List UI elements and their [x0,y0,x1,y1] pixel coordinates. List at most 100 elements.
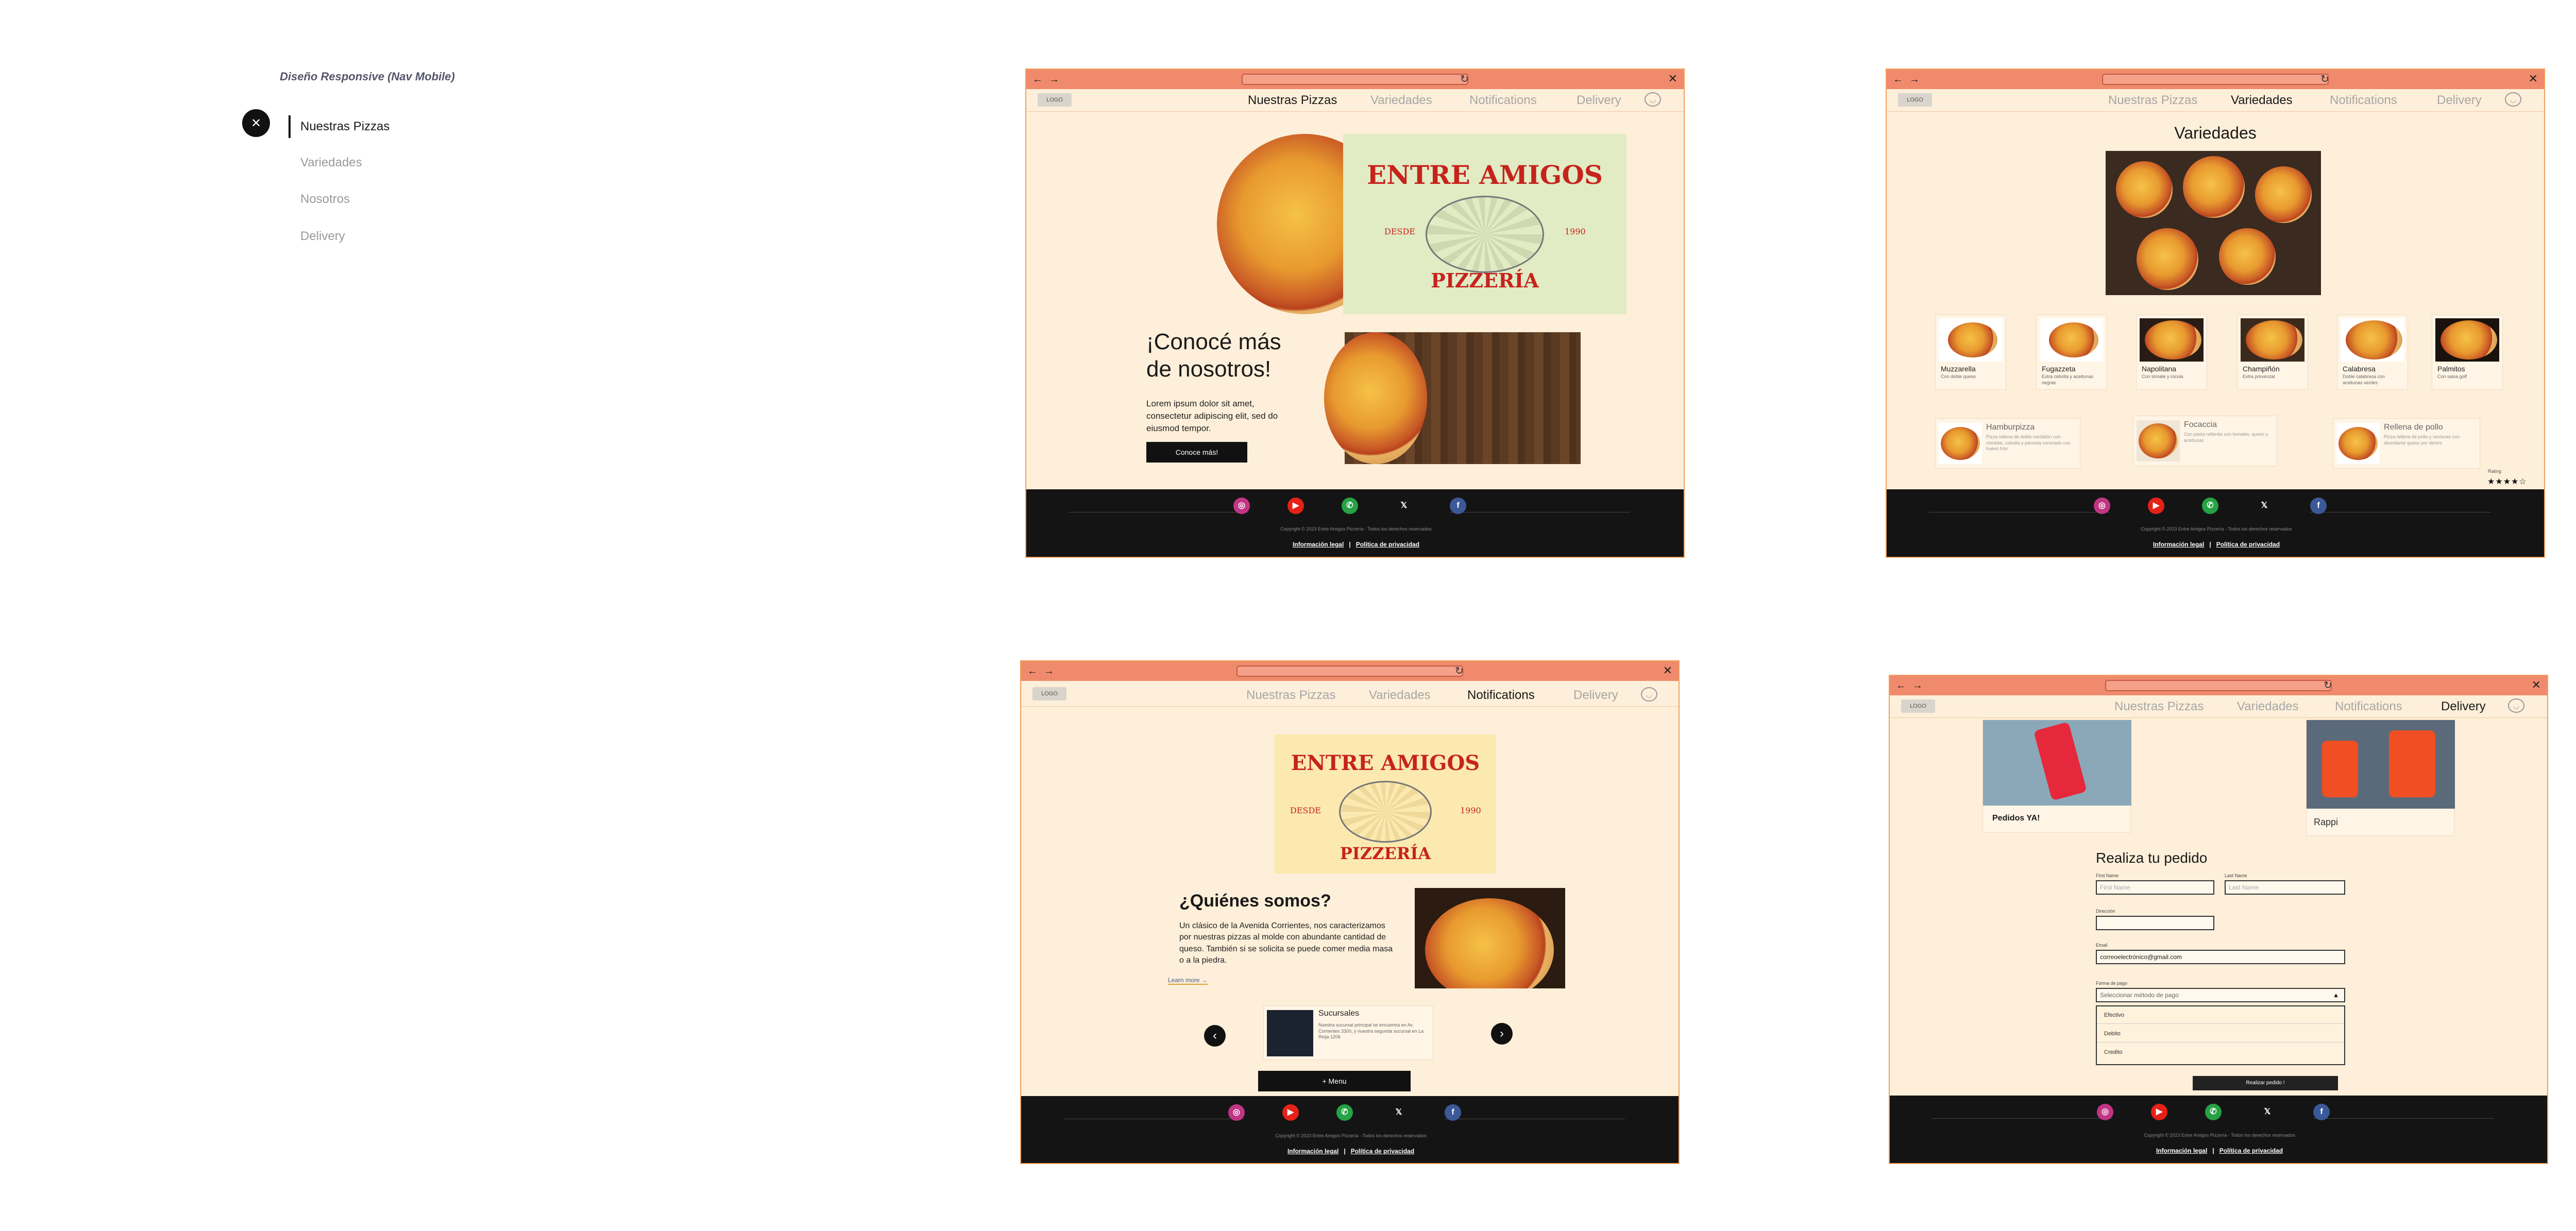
nav-variedades[interactable]: Variedades [2231,93,2293,108]
privacy-link[interactable]: Política de privacidad [1351,1148,1414,1155]
nav-variedades[interactable]: Variedades [2237,699,2299,714]
mobile-nav-item-nosotros[interactable]: Nosotros [300,192,350,207]
last-name-field[interactable]: Last Name [2225,880,2345,895]
close-window-icon[interactable]: ✕ [1668,72,1677,86]
carousel-next-button[interactable]: › [1491,1023,1513,1045]
back-arrow-icon[interactable]: ← [1027,665,1038,677]
close-window-icon[interactable]: ✕ [1663,664,1672,677]
pizza-card[interactable]: Fugazzeta Extra cebolla y aceitunas negr… [2036,315,2107,390]
logo[interactable]: LOGO [1898,93,1932,107]
logo[interactable]: LOGO [1032,687,1066,700]
nav-delivery[interactable]: Delivery [2441,699,2486,714]
facebook-icon[interactable]: f [1445,1104,1461,1121]
logo[interactable]: LOGO [1901,699,1935,713]
url-bar[interactable] [2102,74,2329,85]
carousel-prev-button[interactable]: ‹ [1204,1025,1226,1047]
logo[interactable]: LOGO [1038,93,1072,107]
whatsapp-icon[interactable]: ✆ [1336,1104,1353,1121]
forward-arrow-icon[interactable]: → [1049,74,1059,86]
legal-link[interactable]: Información legal [1287,1148,1338,1155]
url-bar[interactable] [1242,74,1468,85]
instagram-icon[interactable]: ◎ [1228,1104,1245,1121]
whatsapp-icon[interactable]: ✆ [2205,1104,2222,1120]
payment-option-efectivo[interactable]: Efectivo [2097,1006,2344,1024]
x-icon[interactable]: 𝕏 [2256,498,2273,514]
back-arrow-icon[interactable]: ← [1032,74,1043,86]
nav-delivery[interactable]: Delivery [2437,93,2482,108]
user-icon[interactable]: ◡ [2505,92,2521,107]
pizza-card[interactable]: Muzzarella Con doble queso [1935,315,2006,390]
forward-arrow-icon[interactable]: → [1912,680,1923,692]
payment-option-credito[interactable]: Credito [2097,1044,2344,1061]
youtube-icon[interactable]: ▶ [2151,1104,2167,1120]
nav-nuestras-pizzas[interactable]: Nuestras Pizzas [2108,93,2197,108]
instagram-icon[interactable]: ◎ [2094,498,2110,514]
first-name-field[interactable]: First Name [2096,880,2214,895]
close-window-icon[interactable]: ✕ [2529,72,2538,86]
nav-delivery[interactable]: Delivery [1573,688,1618,703]
whatsapp-icon[interactable]: ✆ [2202,498,2218,514]
nav-nuestras-pizzas[interactable]: Nuestras Pizzas [1248,93,1337,108]
reload-icon[interactable]: ↻ [2320,73,2329,86]
legal-link[interactable]: Información legal [2153,541,2204,548]
url-bar[interactable] [1236,665,1463,677]
nav-notifications[interactable]: Notifications [1467,688,1535,703]
pizza-card[interactable]: Calabresa Doble calabresa con aceitunas … [2337,315,2408,390]
user-icon[interactable]: ◡ [1641,687,1657,702]
facebook-icon[interactable]: f [2313,1104,2330,1120]
whatsapp-icon[interactable]: ✆ [1342,498,1358,514]
menu-button[interactable]: + Menu [1258,1071,1411,1091]
instagram-icon[interactable]: ◎ [1233,498,1250,514]
close-icon[interactable]: ✕ [242,109,270,137]
mobile-nav-item-nuestras-pizzas[interactable]: Nuestras Pizzas [300,119,389,134]
facebook-icon[interactable]: f [1450,498,1466,514]
rating-stars[interactable]: ★★★★☆ [2487,476,2527,487]
legal-link[interactable]: Información legal [1293,541,1344,548]
pizza-card[interactable]: Napolitana Con tomate y rúcula [2136,315,2207,390]
user-icon[interactable]: ◡ [2508,698,2524,713]
special-card[interactable]: Focaccia Con pasta rellenita con tomates… [2133,416,2277,466]
reload-icon[interactable]: ↻ [1455,664,1464,677]
nav-delivery[interactable]: Delivery [1577,93,1621,108]
x-icon[interactable]: 𝕏 [1396,498,1412,514]
user-icon[interactable]: ◡ [1645,92,1661,107]
nav-notifications[interactable]: Notifications [1469,93,1537,108]
address-field[interactable] [2096,916,2214,930]
nav-notifications[interactable]: Notifications [2335,699,2402,714]
nav-nuestras-pizzas[interactable]: Nuestras Pizzas [1246,688,1335,703]
close-window-icon[interactable]: ✕ [2532,678,2541,692]
nav-nuestras-pizzas[interactable]: Nuestras Pizzas [2114,699,2204,714]
mobile-nav-item-delivery[interactable]: Delivery [300,229,345,244]
url-bar[interactable] [2105,680,2332,691]
facebook-icon[interactable]: f [2310,498,2327,514]
special-card[interactable]: Hamburpizza Pizza rellena de doble medal… [1935,418,2080,469]
email-field[interactable]: correoelectrónico@gmail.com [2096,950,2345,964]
learn-more-link[interactable]: Learn more → [1168,977,1208,985]
nav-variedades[interactable]: Variedades [1370,93,1432,108]
x-icon[interactable]: 𝕏 [1391,1104,1407,1121]
pedidosya-card[interactable]: Pedidos YA! [1982,720,2131,833]
legal-link[interactable]: Información legal [2156,1147,2207,1154]
reload-icon[interactable]: ↻ [2324,679,2332,692]
youtube-icon[interactable]: ▶ [2148,498,2164,514]
back-arrow-icon[interactable]: ← [1893,74,1903,86]
youtube-icon[interactable]: ▶ [1287,498,1304,514]
privacy-link[interactable]: Política de privacidad [2219,1147,2283,1154]
privacy-link[interactable]: Política de privacidad [1356,541,1419,548]
forward-arrow-icon[interactable]: → [1044,665,1054,677]
nav-variedades[interactable]: Variedades [1369,688,1431,703]
pizza-card[interactable]: Palmitos Con salsa golf [2432,315,2503,390]
branch-card[interactable]: Sucursales Nuestra sucursal principal se… [1263,1005,1433,1060]
back-arrow-icon[interactable]: ← [1896,680,1906,692]
reload-icon[interactable]: ↻ [1460,73,1469,86]
x-icon[interactable]: 𝕏 [2259,1104,2276,1120]
payment-select[interactable]: Seleccionar método de pago ▲ [2096,988,2345,1002]
rappi-card[interactable]: Rappi [2306,720,2455,836]
conoce-mas-button[interactable]: Conoce más! [1146,442,1247,463]
forward-arrow-icon[interactable]: → [1909,74,1920,86]
special-card[interactable]: Rellena de pollo Pizza rellena de pollo … [2333,418,2480,469]
pizza-card[interactable]: Champiñón Extra provenzal [2237,315,2308,390]
instagram-icon[interactable]: ◎ [2097,1104,2113,1120]
privacy-link[interactable]: Política de privacidad [2216,541,2280,548]
nav-notifications[interactable]: Notifications [2330,93,2397,108]
